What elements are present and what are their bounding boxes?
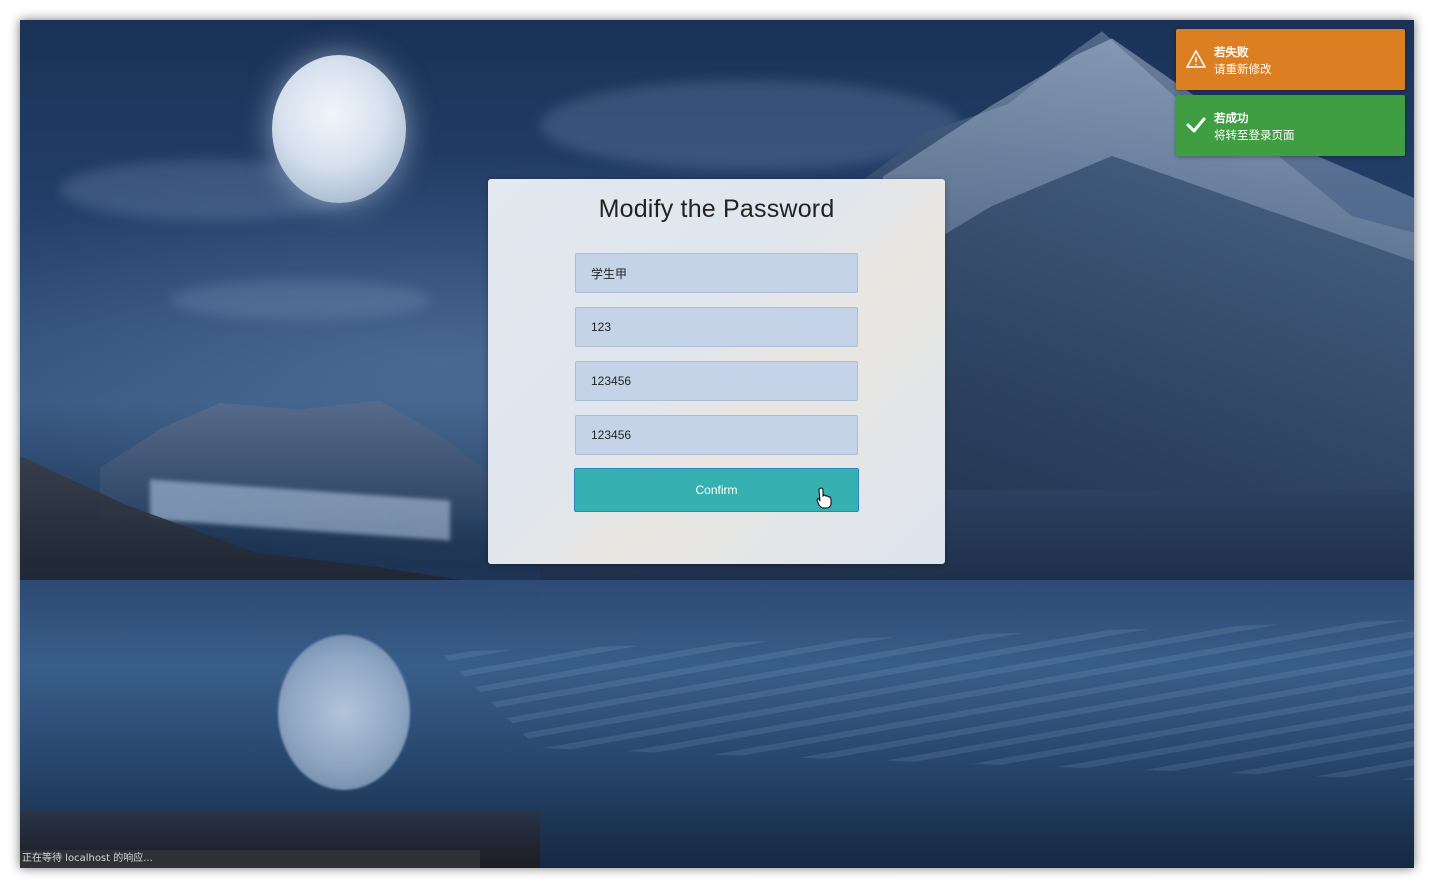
notification-title: 若成功 xyxy=(1214,113,1249,125)
new-password-field[interactable] xyxy=(575,361,858,401)
confirm-password-field[interactable] xyxy=(575,415,858,455)
failure-notification[interactable]: 若失败 请重新修改 xyxy=(1176,29,1405,90)
browser-status-bar: 正在等待 localhost 的响应... xyxy=(20,850,480,868)
notification-message: 将转至登录页面 xyxy=(1214,130,1295,142)
page-title: Modify the Password xyxy=(598,195,835,223)
moon-reflection xyxy=(278,635,410,790)
notification-message: 请重新修改 xyxy=(1214,64,1272,76)
hand-cursor-icon xyxy=(816,487,832,509)
notification-title: 若失败 xyxy=(1214,47,1249,59)
moon-image xyxy=(272,55,406,203)
success-notification[interactable]: 若成功 将转至登录页面 xyxy=(1176,95,1405,156)
warning-triangle-icon xyxy=(1186,49,1206,68)
modify-password-card: Modify the Password Confirm xyxy=(488,179,945,564)
old-password-field[interactable] xyxy=(575,307,858,347)
cloud xyxy=(170,280,430,320)
username-field[interactable] xyxy=(575,253,858,293)
browser-viewport: Modify the Password Confirm 若失败 请重新修改 若成… xyxy=(20,20,1414,868)
checkmark-icon xyxy=(1186,117,1206,133)
